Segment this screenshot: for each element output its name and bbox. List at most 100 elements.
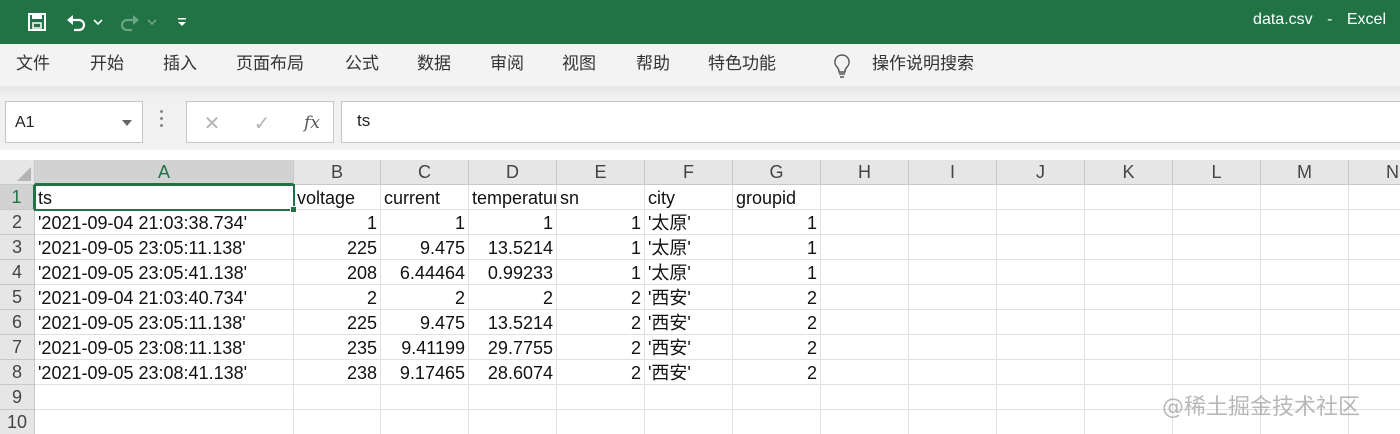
column-header-c[interactable]: C: [381, 160, 469, 185]
cell-e7[interactable]: 2: [557, 335, 645, 360]
empty-cell[interactable]: [645, 385, 733, 410]
empty-cell[interactable]: [821, 260, 909, 285]
cell-e8[interactable]: 2: [557, 360, 645, 385]
empty-cell[interactable]: [1349, 360, 1400, 385]
cell-f1[interactable]: city: [645, 185, 733, 210]
empty-cell[interactable]: [909, 185, 997, 210]
tab-home[interactable]: 开始: [90, 44, 124, 86]
empty-cell[interactable]: [997, 360, 1085, 385]
chevron-down-icon[interactable]: [122, 120, 132, 126]
cell-e1[interactable]: sn: [557, 185, 645, 210]
cell-c5[interactable]: 2: [381, 285, 469, 310]
column-header-f[interactable]: F: [645, 160, 733, 185]
cell-a7[interactable]: '2021-09-05 23:08:11.138': [35, 335, 294, 360]
empty-cell[interactable]: [909, 335, 997, 360]
cell-e4[interactable]: 1: [557, 260, 645, 285]
column-header-n[interactable]: N: [1349, 160, 1400, 185]
cell-d5[interactable]: 2: [469, 285, 557, 310]
empty-cell[interactable]: [909, 260, 997, 285]
empty-cell[interactable]: [821, 235, 909, 260]
empty-cell[interactable]: [997, 285, 1085, 310]
empty-cell[interactable]: [1349, 335, 1400, 360]
empty-cell[interactable]: [1261, 335, 1349, 360]
empty-cell[interactable]: [1173, 310, 1261, 335]
empty-cell[interactable]: [997, 210, 1085, 235]
empty-cell[interactable]: [1261, 310, 1349, 335]
column-header-g[interactable]: G: [733, 160, 821, 185]
cell-d8[interactable]: 28.6074: [469, 360, 557, 385]
empty-cell[interactable]: [1261, 285, 1349, 310]
name-box[interactable]: A1: [5, 101, 143, 143]
insert-function-icon[interactable]: fx: [297, 102, 327, 144]
cell-g3[interactable]: 1: [733, 235, 821, 260]
empty-cell[interactable]: [1349, 185, 1400, 210]
cell-d3[interactable]: 13.5214: [469, 235, 557, 260]
empty-cell[interactable]: [997, 260, 1085, 285]
tab-help[interactable]: 帮助: [636, 44, 670, 86]
cell-a4[interactable]: '2021-09-05 23:05:41.138': [35, 260, 294, 285]
cell-g8[interactable]: 2: [733, 360, 821, 385]
tab-formulas[interactable]: 公式: [345, 44, 379, 86]
tab-special-features[interactable]: 特色功能: [708, 44, 776, 86]
empty-cell[interactable]: [294, 385, 381, 410]
tab-data[interactable]: 数据: [417, 44, 451, 86]
empty-cell[interactable]: [1173, 335, 1261, 360]
empty-cell[interactable]: [1085, 260, 1173, 285]
empty-cell[interactable]: [997, 310, 1085, 335]
empty-cell[interactable]: [1085, 285, 1173, 310]
column-header-j[interactable]: J: [997, 160, 1085, 185]
resize-grip-icon[interactable]: [160, 110, 164, 130]
empty-cell[interactable]: [821, 360, 909, 385]
cell-b3[interactable]: 225: [294, 235, 381, 260]
empty-cell[interactable]: [1261, 360, 1349, 385]
empty-cell[interactable]: [821, 335, 909, 360]
cell-f3[interactable]: '太原': [645, 235, 733, 260]
empty-cell[interactable]: [557, 410, 645, 434]
save-icon[interactable]: [22, 0, 52, 44]
cell-b4[interactable]: 208: [294, 260, 381, 285]
cell-b1[interactable]: voltage: [294, 185, 381, 210]
empty-cell[interactable]: [909, 385, 997, 410]
empty-cell[interactable]: [35, 410, 294, 434]
cell-g1[interactable]: groupid: [733, 185, 821, 210]
undo-dropdown-icon[interactable]: [90, 0, 106, 44]
cell-d2[interactable]: 1: [469, 210, 557, 235]
cell-g6[interactable]: 2: [733, 310, 821, 335]
cell-b8[interactable]: 238: [294, 360, 381, 385]
row-header-2[interactable]: 2: [0, 210, 35, 235]
row-header-4[interactable]: 4: [0, 260, 35, 285]
cell-f4[interactable]: '太原': [645, 260, 733, 285]
empty-cell[interactable]: [909, 285, 997, 310]
empty-cell[interactable]: [1085, 310, 1173, 335]
empty-cell[interactable]: [821, 310, 909, 335]
empty-cell[interactable]: [1173, 285, 1261, 310]
empty-cell[interactable]: [1173, 360, 1261, 385]
tab-insert[interactable]: 插入: [163, 44, 197, 86]
cell-c7[interactable]: 9.41199: [381, 335, 469, 360]
cell-f8[interactable]: '西安': [645, 360, 733, 385]
row-header-3[interactable]: 3: [0, 235, 35, 260]
cell-c4[interactable]: 6.44464: [381, 260, 469, 285]
column-header-i[interactable]: I: [909, 160, 997, 185]
cell-a1[interactable]: ts: [35, 185, 294, 210]
undo-icon[interactable]: [62, 0, 90, 44]
empty-cell[interactable]: [1261, 185, 1349, 210]
cell-e2[interactable]: 1: [557, 210, 645, 235]
empty-cell[interactable]: [821, 185, 909, 210]
row-header-6[interactable]: 6: [0, 310, 35, 335]
cell-d7[interactable]: 29.7755: [469, 335, 557, 360]
cell-f6[interactable]: '西安': [645, 310, 733, 335]
row-header-9[interactable]: 9: [0, 385, 35, 410]
empty-cell[interactable]: [821, 385, 909, 410]
column-header-k[interactable]: K: [1085, 160, 1173, 185]
empty-cell[interactable]: [1085, 385, 1173, 410]
cell-b5[interactable]: 2: [294, 285, 381, 310]
empty-cell[interactable]: [1349, 235, 1400, 260]
row-header-7[interactable]: 7: [0, 335, 35, 360]
cell-e5[interactable]: 2: [557, 285, 645, 310]
empty-cell[interactable]: [997, 235, 1085, 260]
column-header-b[interactable]: B: [294, 160, 381, 185]
column-header-h[interactable]: H: [821, 160, 909, 185]
empty-cell[interactable]: [821, 285, 909, 310]
cell-a6[interactable]: '2021-09-05 23:05:11.138': [35, 310, 294, 335]
